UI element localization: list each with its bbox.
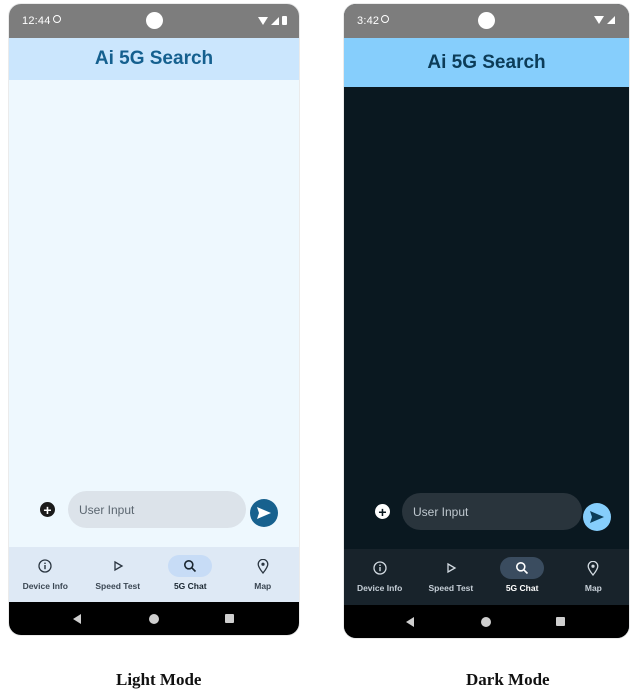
caption-dark-mode: Dark Mode [466, 670, 550, 689]
send-icon [257, 507, 271, 519]
input-placeholder: User Input [413, 504, 469, 519]
input-placeholder: User Input [79, 502, 135, 517]
nav-5g-chat[interactable]: 5G Chat [487, 549, 558, 605]
nav-label: Speed Test [95, 581, 141, 591]
status-time: 3:42 [357, 15, 380, 27]
back-icon[interactable] [73, 614, 81, 624]
status-bar: 12:44 [9, 4, 299, 38]
home-icon[interactable] [149, 614, 159, 624]
add-button[interactable]: + [375, 504, 390, 519]
app-bar: Ai 5G Search [344, 38, 629, 87]
user-input-field[interactable]: User Input [402, 493, 582, 530]
nav-map[interactable]: Map [558, 549, 629, 605]
info-icon [38, 559, 52, 573]
camera-cutout [478, 12, 495, 29]
search-icon [516, 562, 529, 575]
plus-icon: + [378, 503, 387, 520]
bottom-nav: Device Info Speed Test 5G Chat Map [9, 547, 299, 602]
home-icon[interactable] [481, 617, 491, 627]
battery-icon [282, 16, 287, 25]
plus-icon: + [43, 501, 52, 518]
status-icons [258, 16, 287, 25]
nav-speed-test[interactable]: Speed Test [82, 547, 155, 602]
user-input-field[interactable]: User Input [68, 491, 246, 528]
map-pin-icon [587, 560, 599, 576]
camera-cutout [146, 12, 163, 29]
recents-icon[interactable] [556, 617, 565, 626]
app-title: Ai 5G Search [94, 48, 214, 69]
status-time: 12:44 [22, 15, 51, 27]
phone-dark-mode: 3:42 Ai 5G Search + User Input Device In… [344, 4, 629, 638]
map-pin-icon [257, 558, 269, 574]
nav-map[interactable]: Map [227, 547, 300, 602]
phone-light-mode: 12:44 Ai 5G Search + User Input Device I… [9, 4, 299, 635]
nav-label: Speed Test [428, 583, 474, 593]
nav-label: Map [584, 583, 602, 593]
system-nav-bar [9, 602, 299, 635]
back-icon[interactable] [406, 617, 414, 627]
nav-label: Device Info [356, 583, 403, 593]
nav-device-info[interactable]: Device Info [9, 547, 82, 602]
nav-label: Device Info [22, 581, 68, 591]
nav-label: 5G Chat [173, 581, 207, 591]
wifi-icon [594, 16, 604, 24]
send-button[interactable] [583, 503, 611, 531]
app-title: Ai 5G Search [427, 51, 546, 73]
bottom-nav: Device Info Speed Test 5G Chat Map [344, 549, 629, 605]
play-icon [114, 560, 124, 572]
wifi-icon [258, 16, 268, 25]
caption-light-mode: Light Mode [116, 670, 202, 689]
sync-icon [381, 15, 389, 23]
send-icon [590, 511, 604, 523]
system-nav-bar [344, 605, 629, 638]
play-icon [447, 562, 457, 574]
nav-label: Map [254, 581, 272, 591]
info-icon [372, 561, 387, 575]
nav-5g-chat[interactable]: 5G Chat [154, 547, 227, 602]
status-icons [594, 16, 615, 24]
nav-device-info[interactable]: Device Info [344, 549, 415, 605]
signal-icon [271, 16, 279, 25]
sync-icon [53, 15, 61, 23]
recents-icon[interactable] [225, 614, 234, 623]
add-button[interactable]: + [40, 502, 55, 517]
nav-speed-test[interactable]: Speed Test [415, 549, 486, 605]
search-icon [184, 560, 197, 573]
status-bar: 3:42 [344, 4, 629, 38]
nav-label: 5G Chat [505, 583, 539, 593]
send-button[interactable] [250, 499, 278, 527]
signal-icon [607, 16, 615, 24]
app-bar: Ai 5G Search [9, 38, 299, 80]
